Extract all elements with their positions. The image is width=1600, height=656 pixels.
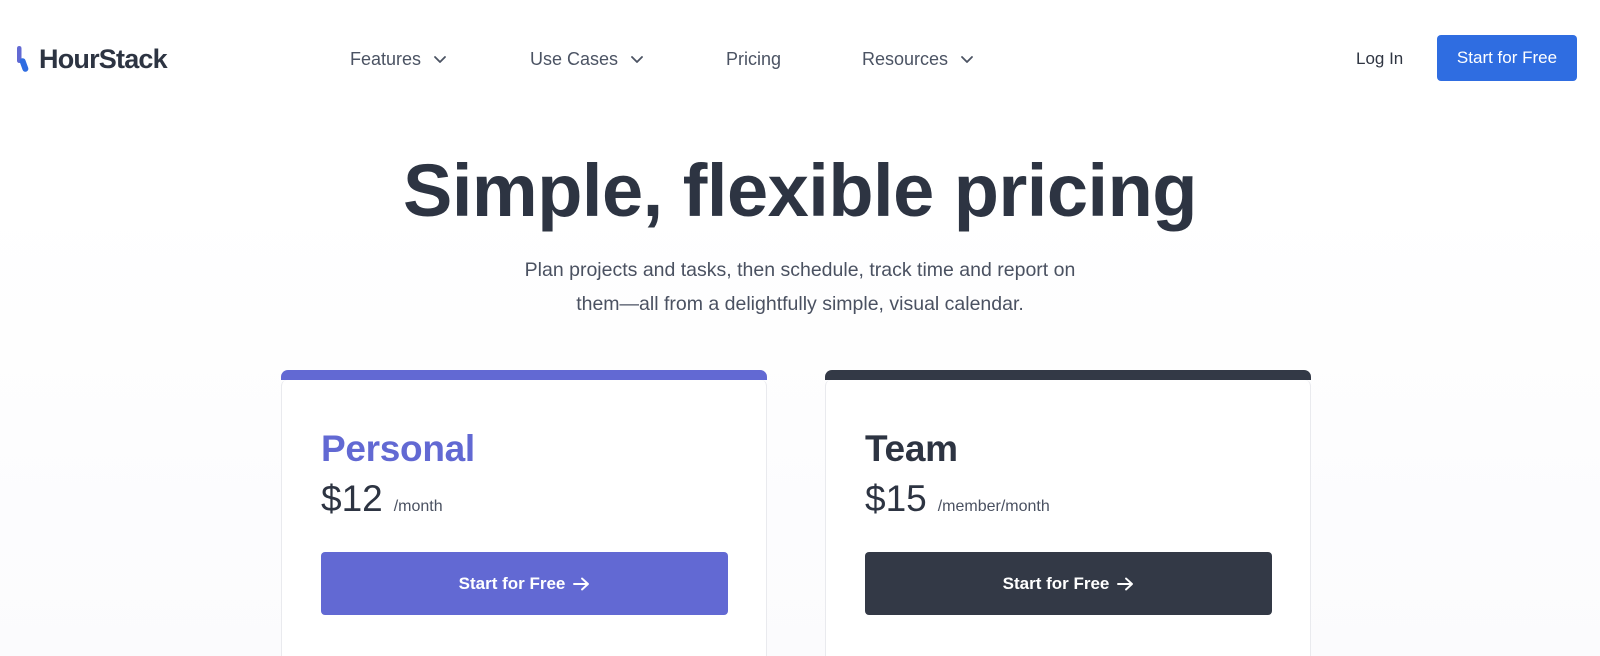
page-subtitle: Plan projects and tasks, then schedule, … <box>450 253 1150 321</box>
nav-item-label: Features <box>350 48 422 69</box>
chevron-down-icon <box>631 55 643 63</box>
brand-name: HourStack <box>39 43 168 74</box>
price-amount: $15 <box>865 478 927 519</box>
card-accent-bar <box>281 370 767 380</box>
nav-item-features[interactable]: Features <box>350 44 447 74</box>
brand-logo[interactable]: HourStack <box>16 42 168 76</box>
arrow-right-icon <box>573 577 590 590</box>
price-unit: /month <box>393 498 443 515</box>
chevron-down-icon <box>434 55 446 63</box>
start-free-button[interactable]: Start for Free <box>1437 35 1577 81</box>
team-start-button[interactable]: Start for Free <box>865 552 1272 615</box>
login-link[interactable]: Log In <box>1356 44 1403 74</box>
button-label: Start for Free <box>1002 573 1110 593</box>
nav-item-resources[interactable]: Resources <box>862 44 974 74</box>
price-unit: /member/month <box>937 498 1050 515</box>
nav-item-label: Use Cases <box>530 48 619 69</box>
plan-name: Team <box>865 428 958 469</box>
subtitle-line-2: them—all from a delightfully simple, vis… <box>576 293 1024 315</box>
price-amount: $12 <box>321 478 383 519</box>
hourstack-logo-icon <box>17 46 29 72</box>
page-title: Simple, flexible pricing <box>403 149 1197 232</box>
nav-item-pricing[interactable]: Pricing <box>726 44 781 74</box>
card-accent-bar <box>825 370 1311 380</box>
plan-card-team: Team $15 /member/month Start for Free <box>825 370 1311 656</box>
plan-price: $15 /member/month <box>865 478 1050 520</box>
site-header: HourStack Features Use Cases Pricing Res… <box>0 0 1600 118</box>
nav-item-use-cases[interactable]: Use Cases <box>530 44 644 74</box>
plan-price: $12 /month <box>321 478 443 520</box>
button-label: Start for Free <box>458 573 566 593</box>
plan-card-personal: Personal $12 /month Start for Free <box>281 370 767 656</box>
arrow-right-icon <box>1117 577 1134 590</box>
nav-item-label: Resources <box>862 48 949 69</box>
plan-name: Personal <box>321 428 475 469</box>
personal-start-button[interactable]: Start for Free <box>321 552 728 615</box>
subtitle-line-1: Plan projects and tasks, then schedule, … <box>524 259 1076 281</box>
nav-item-label: Pricing <box>726 48 782 69</box>
chevron-down-icon <box>961 55 973 63</box>
